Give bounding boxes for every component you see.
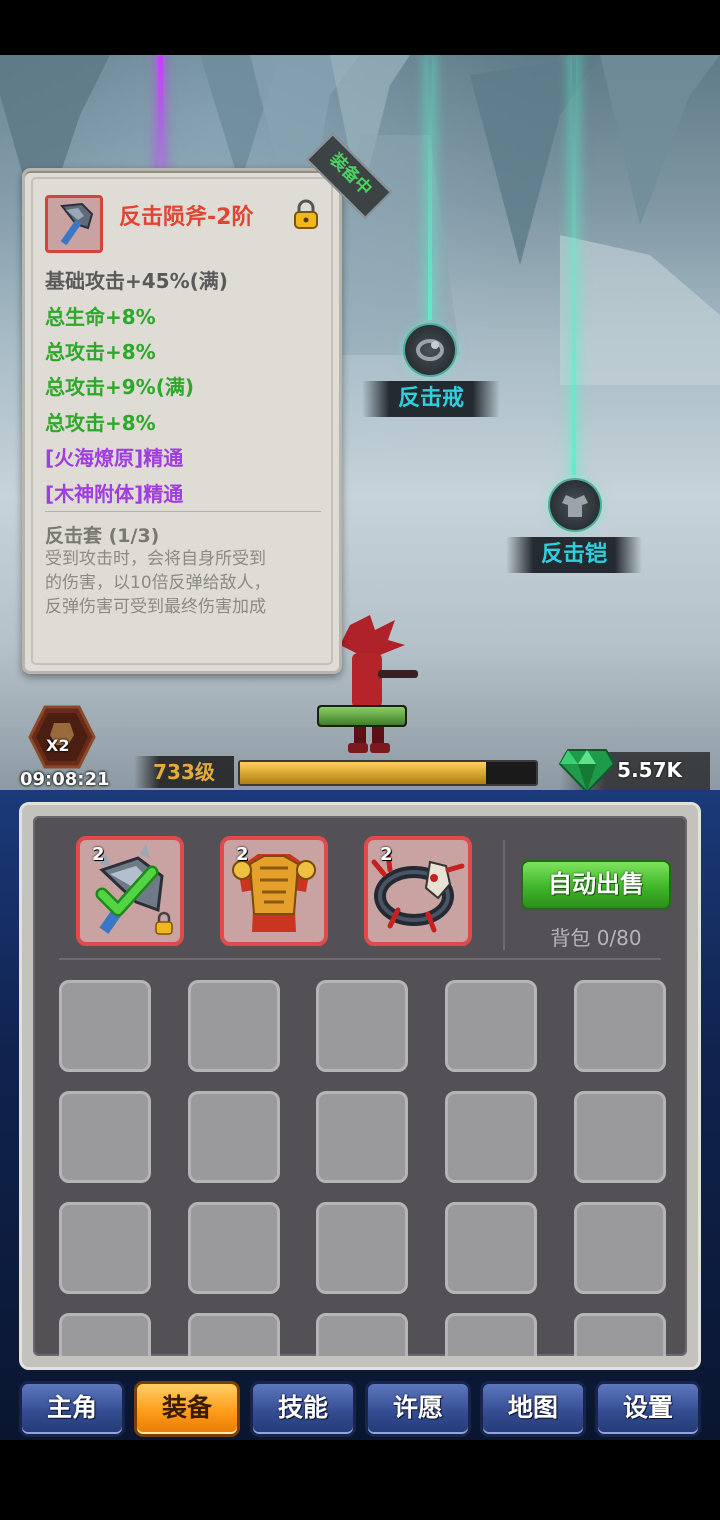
set-title: 反击套 (1/3): [45, 525, 160, 547]
bag-capacity: 背包 0/80: [550, 926, 642, 950]
panel-divider: [59, 958, 661, 960]
gem-currency: 5.57K: [558, 749, 710, 790]
armor-icon[interactable]: [548, 478, 602, 532]
cyan-light-beam: [428, 55, 432, 320]
inventory-slot[interactable]: [188, 1091, 280, 1183]
gem-count: 5.57K: [617, 758, 682, 782]
equip-slot-armor[interactable]: 2: [220, 836, 328, 946]
boost-multiplier: X2: [46, 736, 70, 755]
emerald-gem-icon: [558, 749, 616, 790]
green-stat: 总生命+8%: [45, 305, 156, 329]
timer: 09:08:21: [20, 769, 110, 790]
axe-icon: [60, 202, 94, 246]
tab-equipment[interactable]: 装备: [134, 1381, 240, 1437]
exp-bar-fill: [240, 762, 486, 784]
green-stat: 总攻击+8%: [45, 411, 156, 435]
inventory-slot[interactable]: [59, 1202, 151, 1294]
equip-slot-weapon[interactable]: 2: [76, 836, 184, 946]
inventory-slot[interactable]: [59, 1091, 151, 1183]
tab-hero[interactable]: 主角: [19, 1381, 125, 1437]
green-stat: 总攻击+9%(满): [45, 375, 194, 399]
drop-label-ring[interactable]: 反击戒: [362, 381, 500, 417]
inventory-slot[interactable]: [188, 1313, 280, 1356]
inventory-slot[interactable]: [574, 980, 666, 1072]
status-bar: [0, 0, 720, 55]
inventory-slot[interactable]: [59, 1313, 151, 1356]
hero-hp-bar: [317, 705, 407, 727]
inventory-slot[interactable]: [445, 980, 537, 1072]
item-thumbnail: [45, 195, 103, 253]
panel-divider: [503, 840, 505, 950]
lock-icon[interactable]: [293, 199, 319, 229]
item-level: 2: [236, 844, 249, 865]
inventory-slot[interactable]: [445, 1202, 537, 1294]
tooltip-divider: [45, 511, 321, 512]
item-level: 2: [92, 844, 105, 865]
tab-map[interactable]: 地图: [480, 1381, 586, 1437]
item-level: 2: [380, 844, 393, 865]
ring-icon[interactable]: [403, 323, 457, 377]
skill-mastery: [火海燎原]精通: [45, 446, 184, 470]
inventory-slot[interactable]: [574, 1091, 666, 1183]
set-description: 受到攻击时，会将自身所受到 的伤害，以10倍反弹给敌人， 反弹伤害可受到最终伤害…: [45, 549, 271, 617]
drop-label-armor[interactable]: 反击铠: [506, 537, 642, 573]
inventory-slot[interactable]: [316, 1313, 408, 1356]
cyan-light-beam: [572, 55, 576, 475]
player-level: 733级: [134, 756, 234, 788]
inventory-slot[interactable]: [316, 1202, 408, 1294]
inventory-slot[interactable]: [445, 1313, 537, 1356]
navigation-bar: [0, 1440, 720, 1520]
green-stat: 总攻击+8%: [45, 340, 156, 364]
inventory-slot[interactable]: [316, 1091, 408, 1183]
tab-skills[interactable]: 技能: [250, 1381, 356, 1437]
auto-sell-button[interactable]: 自动出售: [521, 860, 671, 910]
item-tooltip: 装备中 反击陨斧-2阶 基础攻击+45%(满) 总生命+8% 总攻击+8% 总攻…: [22, 132, 393, 674]
inventory-slot[interactable]: [445, 1091, 537, 1183]
equipment-panel: 2 2 2 自动出售 背包 0/80: [19, 802, 701, 1370]
purple-light-beam: [158, 55, 163, 185]
exp-bar: [238, 760, 538, 786]
inventory-slot[interactable]: [574, 1202, 666, 1294]
inventory-slot[interactable]: [59, 980, 151, 1072]
base-stat: 基础攻击+45%(满): [45, 269, 228, 293]
inventory-slot[interactable]: [188, 1202, 280, 1294]
equip-slot-ring[interactable]: 2: [364, 836, 472, 946]
inventory-slot[interactable]: [188, 980, 280, 1072]
inventory-slot[interactable]: [316, 980, 408, 1072]
item-name: 反击陨斧-2阶: [119, 205, 254, 230]
tab-wish[interactable]: 许愿: [365, 1381, 471, 1437]
inventory-slot[interactable]: [574, 1313, 666, 1356]
tab-settings[interactable]: 设置: [595, 1381, 701, 1437]
skill-mastery: [木神附体]精通: [45, 482, 184, 506]
